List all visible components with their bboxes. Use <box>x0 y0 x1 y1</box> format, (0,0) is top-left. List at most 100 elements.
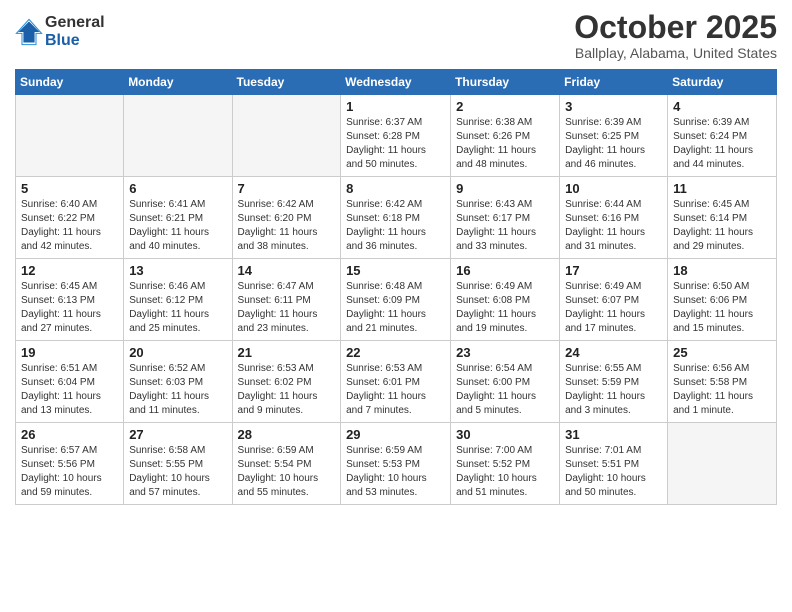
table-row: 21 Sunrise: 6:53 AM Sunset: 6:02 PM Dayli… <box>232 341 341 423</box>
table-row: 12 Sunrise: 6:45 AM Sunset: 6:13 PM Dayli… <box>16 259 124 341</box>
day-number: 15 <box>346 263 445 278</box>
table-row: 16 Sunrise: 6:49 AM Sunset: 6:08 PM Dayli… <box>451 259 560 341</box>
table-row: 22Sunrise: 6:53 AM Sunset: 6:01 PM Dayli… <box>341 341 451 423</box>
day-info: Sunrise: 6:52 AM Sunset: 6:03 PM Dayligh… <box>129 362 226 418</box>
day-number: 31 <box>565 427 662 442</box>
table-row: 2Sunrise: 6:38 AM Sunset: 6:26 PM Daylig… <box>451 95 560 177</box>
day-number: 14 <box>238 263 336 278</box>
table-row: 17 Sunrise: 6:49 AM Sunset: 6:07 PM Dayli… <box>560 259 668 341</box>
header-friday: Friday <box>560 70 668 95</box>
day-info: Sunrise: 6:42 AM Sunset: 6:20 PM Dayligh… <box>238 198 336 254</box>
day-number: 9 <box>456 181 554 196</box>
header-wednesday: Wednesday <box>341 70 451 95</box>
day-info: Sunrise: 6:58 AM Sunset: 5:55 PM Dayligh… <box>129 444 226 500</box>
day-number: 22 <box>346 345 445 360</box>
calendar-week-row: 1 Sunrise: 6:37 AM Sunset: 6:28 PM Daylig… <box>16 95 777 177</box>
day-number: 28 <box>238 427 336 442</box>
day-info: Sunrise: 6:53 AM Sunset: 6:02 PM Dayligh… <box>238 362 336 418</box>
calendar-week-row: 12 Sunrise: 6:45 AM Sunset: 6:13 PM Dayli… <box>16 259 777 341</box>
table-row: 23Sunrise: 6:54 AM Sunset: 6:00 PM Dayli… <box>451 341 560 423</box>
table-row: 24 Sunrise: 6:55 AM Sunset: 5:59 PM Dayli… <box>560 341 668 423</box>
day-number: 17 <box>565 263 662 278</box>
table-row: 4 Sunrise: 6:39 AM Sunset: 6:24 PM Daylig… <box>668 95 777 177</box>
table-row <box>232 95 341 177</box>
table-row: 8 Sunrise: 6:42 AM Sunset: 6:18 PM Daylig… <box>341 177 451 259</box>
logo-general: General <box>45 14 105 32</box>
day-number: 10 <box>565 181 662 196</box>
table-row: 29 Sunrise: 6:59 AM Sunset: 5:53 PM Dayli… <box>341 423 451 505</box>
location: Ballplay, Alabama, United States <box>574 45 777 61</box>
header: General Blue October 2025 Ballplay, Alab… <box>15 10 777 61</box>
header-monday: Monday <box>124 70 232 95</box>
table-row: 18 Sunrise: 6:50 AM Sunset: 6:06 PM Dayli… <box>668 259 777 341</box>
table-row: 19Sunrise: 6:51 AM Sunset: 6:04 PM Dayli… <box>16 341 124 423</box>
table-row: 27Sunrise: 6:58 AM Sunset: 5:55 PM Dayli… <box>124 423 232 505</box>
table-row: 5Sunrise: 6:40 AM Sunset: 6:22 PM Daylig… <box>16 177 124 259</box>
table-row: 10 Sunrise: 6:44 AM Sunset: 6:16 PM Dayli… <box>560 177 668 259</box>
day-number: 30 <box>456 427 554 442</box>
header-tuesday: Tuesday <box>232 70 341 95</box>
table-row: 9 Sunrise: 6:43 AM Sunset: 6:17 PM Daylig… <box>451 177 560 259</box>
day-number: 29 <box>346 427 445 442</box>
day-info: Sunrise: 6:46 AM Sunset: 6:12 PM Dayligh… <box>129 280 226 336</box>
page: General Blue October 2025 Ballplay, Alab… <box>0 0 792 612</box>
table-row: 1 Sunrise: 6:37 AM Sunset: 6:28 PM Daylig… <box>341 95 451 177</box>
table-row: 15Sunrise: 6:48 AM Sunset: 6:09 PM Dayli… <box>341 259 451 341</box>
day-info: Sunrise: 6:45 AM Sunset: 6:14 PM Dayligh… <box>673 198 771 254</box>
day-number: 26 <box>21 427 118 442</box>
header-saturday: Saturday <box>668 70 777 95</box>
day-info: Sunrise: 6:44 AM Sunset: 6:16 PM Dayligh… <box>565 198 662 254</box>
logo-text: General Blue <box>45 14 105 49</box>
day-number: 18 <box>673 263 771 278</box>
day-number: 8 <box>346 181 445 196</box>
day-info: Sunrise: 6:45 AM Sunset: 6:13 PM Dayligh… <box>21 280 118 336</box>
day-number: 20 <box>129 345 226 360</box>
day-info: Sunrise: 6:59 AM Sunset: 5:53 PM Dayligh… <box>346 444 445 500</box>
table-row: 31 Sunrise: 7:01 AM Sunset: 5:51 PM Dayli… <box>560 423 668 505</box>
table-row: 11Sunrise: 6:45 AM Sunset: 6:14 PM Dayli… <box>668 177 777 259</box>
day-info: Sunrise: 6:49 AM Sunset: 6:08 PM Dayligh… <box>456 280 554 336</box>
day-info: Sunrise: 6:59 AM Sunset: 5:54 PM Dayligh… <box>238 444 336 500</box>
day-info: Sunrise: 6:43 AM Sunset: 6:17 PM Dayligh… <box>456 198 554 254</box>
calendar-week-row: 26Sunrise: 6:57 AM Sunset: 5:56 PM Dayli… <box>16 423 777 505</box>
day-info: Sunrise: 6:39 AM Sunset: 6:25 PM Dayligh… <box>565 116 662 172</box>
title-area: October 2025 Ballplay, Alabama, United S… <box>574 10 777 61</box>
day-info: Sunrise: 6:37 AM Sunset: 6:28 PM Dayligh… <box>346 116 445 172</box>
table-row: 14 Sunrise: 6:47 AM Sunset: 6:11 PM Dayli… <box>232 259 341 341</box>
day-number: 16 <box>456 263 554 278</box>
day-number: 7 <box>238 181 336 196</box>
header-thursday: Thursday <box>451 70 560 95</box>
header-sunday: Sunday <box>16 70 124 95</box>
logo-blue: Blue <box>45 32 105 50</box>
day-number: 4 <box>673 99 771 114</box>
table-row: 25Sunrise: 6:56 AM Sunset: 5:58 PM Dayli… <box>668 341 777 423</box>
table-row: 13 Sunrise: 6:46 AM Sunset: 6:12 PM Dayli… <box>124 259 232 341</box>
table-row: 3Sunrise: 6:39 AM Sunset: 6:25 PM Daylig… <box>560 95 668 177</box>
calendar-week-row: 19Sunrise: 6:51 AM Sunset: 6:04 PM Dayli… <box>16 341 777 423</box>
day-info: Sunrise: 7:01 AM Sunset: 5:51 PM Dayligh… <box>565 444 662 500</box>
calendar-header-row: Sunday Monday Tuesday Wednesday Thursday… <box>16 70 777 95</box>
day-info: Sunrise: 6:54 AM Sunset: 6:00 PM Dayligh… <box>456 362 554 418</box>
table-row: 30Sunrise: 7:00 AM Sunset: 5:52 PM Dayli… <box>451 423 560 505</box>
day-info: Sunrise: 6:56 AM Sunset: 5:58 PM Dayligh… <box>673 362 771 418</box>
logo: General Blue <box>15 14 105 49</box>
day-info: Sunrise: 6:42 AM Sunset: 6:18 PM Dayligh… <box>346 198 445 254</box>
day-number: 12 <box>21 263 118 278</box>
day-info: Sunrise: 6:38 AM Sunset: 6:26 PM Dayligh… <box>456 116 554 172</box>
day-number: 13 <box>129 263 226 278</box>
table-row: 6Sunrise: 6:41 AM Sunset: 6:21 PM Daylig… <box>124 177 232 259</box>
calendar: Sunday Monday Tuesday Wednesday Thursday… <box>15 69 777 505</box>
day-info: Sunrise: 6:50 AM Sunset: 6:06 PM Dayligh… <box>673 280 771 336</box>
day-info: Sunrise: 6:39 AM Sunset: 6:24 PM Dayligh… <box>673 116 771 172</box>
day-info: Sunrise: 6:47 AM Sunset: 6:11 PM Dayligh… <box>238 280 336 336</box>
day-info: Sunrise: 6:49 AM Sunset: 6:07 PM Dayligh… <box>565 280 662 336</box>
day-number: 1 <box>346 99 445 114</box>
day-number: 24 <box>565 345 662 360</box>
day-number: 21 <box>238 345 336 360</box>
day-info: Sunrise: 6:55 AM Sunset: 5:59 PM Dayligh… <box>565 362 662 418</box>
day-number: 6 <box>129 181 226 196</box>
table-row: 20 Sunrise: 6:52 AM Sunset: 6:03 PM Dayli… <box>124 341 232 423</box>
day-info: Sunrise: 6:40 AM Sunset: 6:22 PM Dayligh… <box>21 198 118 254</box>
table-row: 26Sunrise: 6:57 AM Sunset: 5:56 PM Dayli… <box>16 423 124 505</box>
day-info: Sunrise: 6:51 AM Sunset: 6:04 PM Dayligh… <box>21 362 118 418</box>
